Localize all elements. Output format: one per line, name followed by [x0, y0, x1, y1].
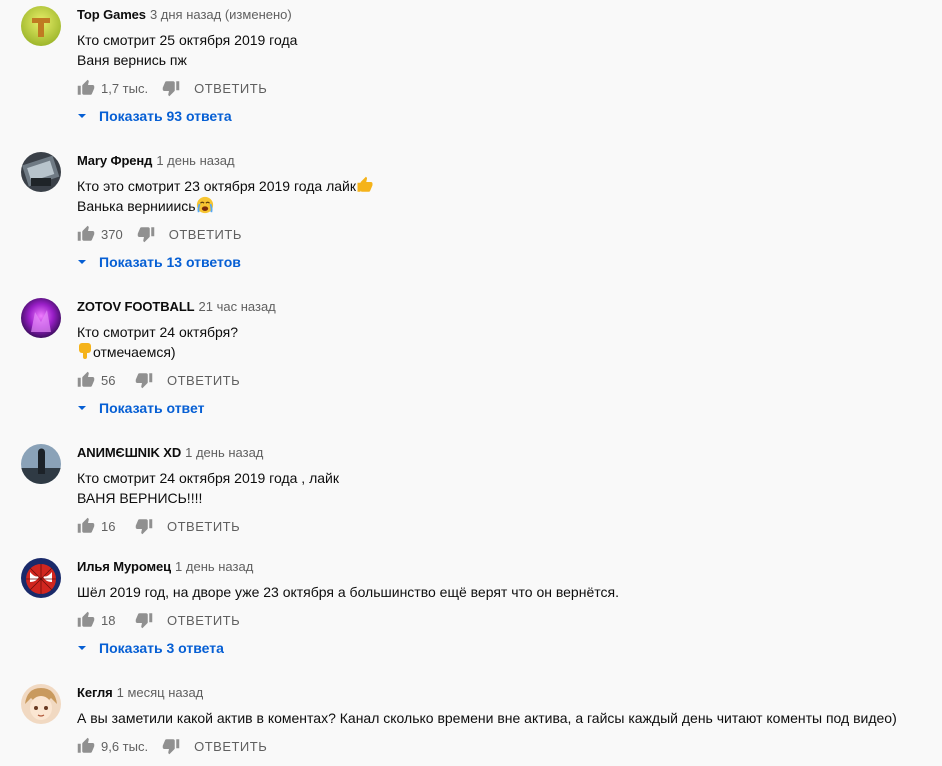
comment-time[interactable]: 1 день назад — [185, 445, 263, 460]
like-count: 370 — [101, 226, 123, 242]
comment-body: ANИMЄШNIK XD 1 день назад Кто смотрит 24 … — [77, 444, 932, 535]
show-replies-button[interactable]: Показать 13 ответов — [77, 252, 241, 272]
comment-time[interactable]: 1 месяц назад — [117, 685, 204, 700]
comment-text-line: ВАНЯ ВЕРНИСЬ!!!! — [77, 490, 203, 506]
avatar[interactable] — [21, 152, 61, 192]
comment-author[interactable]: ZOTOV FOOTBALL — [77, 299, 195, 314]
avatar[interactable] — [21, 6, 61, 46]
thumb-up-icon[interactable] — [77, 611, 95, 629]
thumbs-up-emoji — [357, 176, 373, 192]
comment-text-line: Ванька вернииись — [77, 198, 196, 214]
show-replies-label: Показать 13 ответов — [99, 254, 241, 270]
comment-text-line: Шёл 2019 год, на дворе уже 23 октября а … — [77, 584, 619, 600]
reply-button[interactable]: ОТВЕТИТЬ — [194, 739, 267, 754]
thumb-down-icon[interactable] — [137, 225, 155, 243]
show-replies-button[interactable]: Показать 3 ответа — [77, 638, 224, 658]
comment-body: Илья Муромец 1 день назад Шёл 2019 год, н… — [77, 558, 932, 656]
show-replies-label: Показать 3 ответа — [99, 640, 224, 656]
point-down-emoji — [79, 343, 91, 359]
comment-text: Кто смотрит 25 октября 2019 года Ваня ве… — [77, 30, 932, 70]
comment-text-line: отмечаемся) — [93, 344, 176, 360]
comment-text-line: Кто смотрит 24 октября 2019 года , лайк — [77, 470, 339, 486]
like-count: 56 — [101, 372, 116, 388]
thumb-up-icon[interactable] — [77, 225, 95, 243]
like-count: 16 — [101, 518, 116, 534]
comment-actions: 1,7 тыс. ОТВЕТИТЬ — [77, 76, 267, 100]
avatar[interactable] — [21, 558, 61, 598]
caret-down-icon — [78, 114, 86, 118]
thumb-down-icon[interactable] — [162, 737, 180, 755]
comment-author[interactable]: Илья Муромец — [77, 559, 171, 574]
like-count: 9,6 тыс. — [101, 738, 149, 754]
comment-text-line: Ваня вернись пж — [77, 52, 187, 68]
comment-time[interactable]: 1 день назад — [175, 559, 253, 574]
comment-body: Top Games 3 дня назад (изменено) Кто смот… — [77, 6, 932, 124]
comment-text: Кто это смотрит 23 октября 2019 года лай… — [77, 176, 932, 216]
comment-author[interactable]: Top Games — [77, 7, 146, 22]
thumb-down-icon[interactable] — [135, 611, 153, 629]
thumb-up-icon[interactable] — [77, 79, 95, 97]
comment-text-line: Кто это смотрит 23 октября 2019 года лай… — [77, 178, 356, 194]
reply-button[interactable]: ОТВЕТИТЬ — [167, 519, 240, 534]
thumb-down-icon[interactable] — [135, 517, 153, 535]
show-replies-button[interactable]: Показать 93 ответа — [77, 106, 232, 126]
comment-author[interactable]: Mary Френд — [77, 153, 152, 168]
show-replies-button[interactable]: Показать ответ — [77, 398, 204, 418]
comments-section: Top Games 3 дня назад (изменено) Кто смот… — [0, 0, 942, 766]
like-count: 18 — [101, 612, 116, 628]
caret-down-icon — [78, 406, 86, 410]
reply-button[interactable]: ОТВЕТИТЬ — [194, 81, 267, 96]
comment-text-line: Кто смотрит 24 октября? — [77, 324, 239, 340]
comment-body: ZOTOV FOOTBALL 21 час назад Кто смотрит 2… — [77, 298, 932, 416]
comment-time[interactable]: 1 день назад — [156, 153, 234, 168]
comment-body: Mary Френд 1 день назад Кто это смотрит 2… — [77, 152, 932, 270]
caret-down-icon — [78, 646, 86, 650]
reply-button[interactable]: ОТВЕТИТЬ — [167, 613, 240, 628]
show-replies-label: Показать 93 ответа — [99, 108, 232, 124]
avatar[interactable] — [21, 444, 61, 484]
avatar[interactable] — [21, 684, 61, 724]
comment-text: А вы заметили какой актив в коментах? Ка… — [77, 708, 932, 728]
comment-time[interactable]: 3 дня назад (изменено) — [150, 7, 292, 22]
comment-actions: 56 ОТВЕТИТЬ — [77, 368, 240, 392]
comment-text: Кто смотрит 24 октября? отмечаемся) — [77, 322, 932, 362]
thumb-up-icon[interactable] — [77, 737, 95, 755]
reply-button[interactable]: ОТВЕТИТЬ — [169, 227, 242, 242]
comment-text-line: Кто смотрит 25 октября 2019 года — [77, 32, 298, 48]
caret-down-icon — [78, 260, 86, 264]
thumb-down-icon[interactable] — [135, 371, 153, 389]
comment-time[interactable]: 21 час назад — [199, 299, 276, 314]
comment-actions: 18 ОТВЕТИТЬ — [77, 608, 240, 632]
comment-actions: 16 ОТВЕТИТЬ — [77, 514, 240, 538]
comment-actions: 370 ОТВЕТИТЬ — [77, 222, 242, 246]
show-replies-label: Показать ответ — [99, 400, 205, 416]
comment-body: Кегля 1 месяц назад А вы заметили какой а… — [77, 684, 932, 755]
like-count: 1,7 тыс. — [101, 80, 149, 96]
thumb-up-icon[interactable] — [77, 371, 95, 389]
crying-emoji — [196, 196, 213, 214]
thumb-up-icon[interactable] — [77, 517, 95, 535]
reply-button[interactable]: ОТВЕТИТЬ — [167, 373, 240, 388]
avatar[interactable] — [21, 298, 61, 338]
comment-author[interactable]: Кегля — [77, 685, 113, 700]
comment-text: Шёл 2019 год, на дворе уже 23 октября а … — [77, 582, 932, 602]
thumb-down-icon[interactable] — [162, 79, 180, 97]
comment-text-line: А вы заметили какой актив в коментах? Ка… — [77, 710, 897, 726]
comment-author[interactable]: ANИMЄШNIK XD — [77, 445, 181, 460]
comment-text: Кто смотрит 24 октября 2019 года , лайк … — [77, 468, 932, 508]
comment-actions: 9,6 тыс. ОТВЕТИТЬ — [77, 734, 267, 758]
